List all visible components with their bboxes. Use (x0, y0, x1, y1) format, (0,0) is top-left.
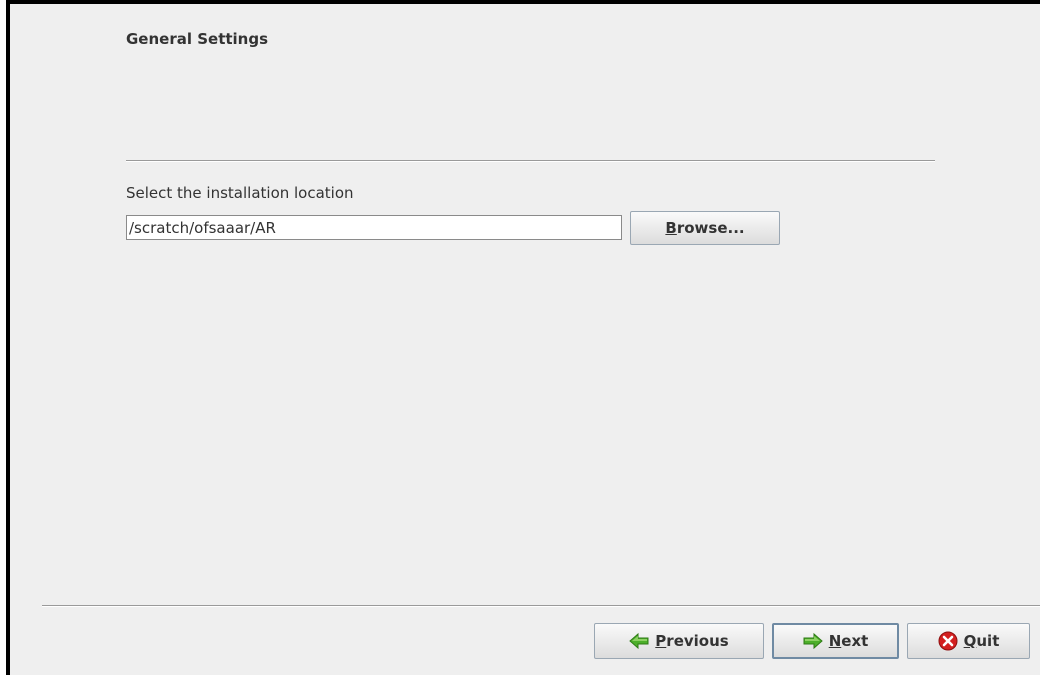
window-top-border (6, 0, 1040, 4)
next-label: ext (841, 632, 869, 650)
red-x-circle-icon (938, 631, 958, 651)
quit-mnemonic: Q (963, 632, 977, 650)
previous-mnemonic: P (655, 632, 667, 650)
green-right-arrow-icon (803, 631, 823, 651)
title-divider (126, 160, 935, 162)
install-location-label: Select the installation location (126, 184, 354, 202)
window-left-border (6, 0, 10, 675)
browse-label: rowse... (676, 219, 745, 237)
previous-label: revious (666, 632, 729, 650)
page-title: General Settings (126, 30, 269, 48)
next-mnemonic: N (828, 632, 842, 650)
install-location-input[interactable] (126, 215, 622, 240)
quit-button[interactable]: Quit (907, 623, 1030, 659)
previous-button[interactable]: Previous (594, 623, 764, 659)
browse-mnemonic: B (665, 219, 677, 237)
browse-button[interactable]: Browse... (630, 211, 780, 245)
footer-divider (42, 605, 1040, 607)
green-left-arrow-icon (629, 631, 649, 651)
quit-label: uit (976, 632, 1000, 650)
next-button[interactable]: Next (772, 623, 899, 659)
installer-window: General Settings Select the installation… (0, 0, 1040, 675)
